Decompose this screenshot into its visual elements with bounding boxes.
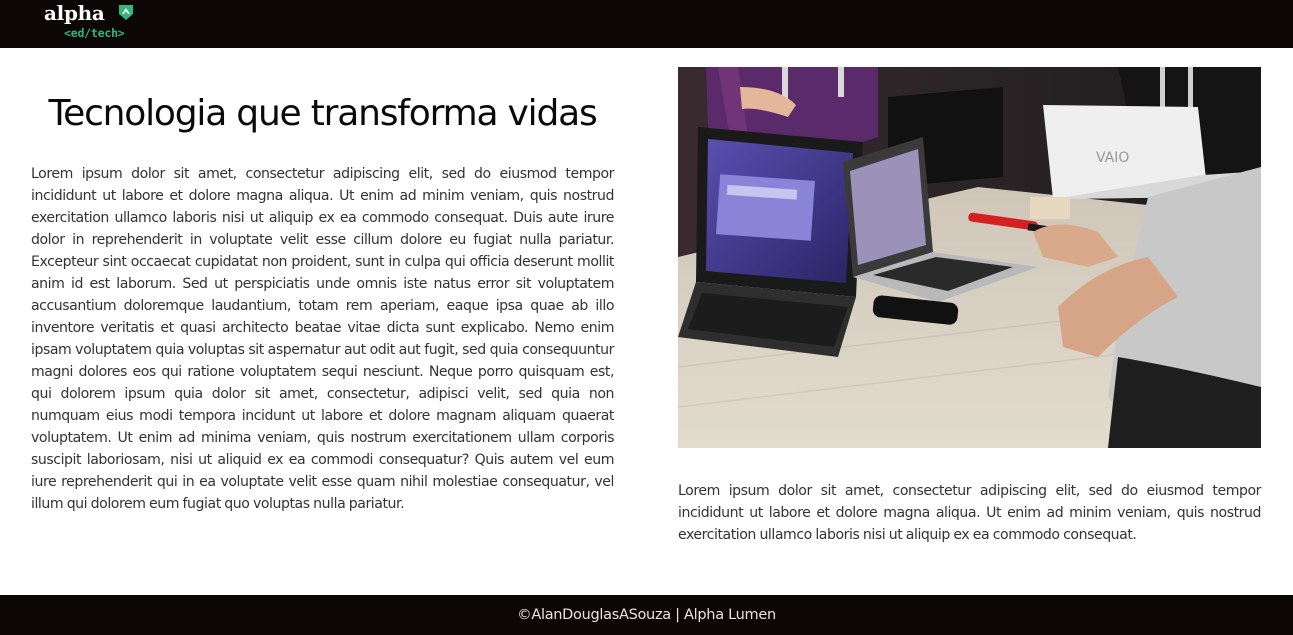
leaf-badge-icon <box>119 5 133 20</box>
vaio-logo-text: VAIO <box>1096 150 1129 166</box>
office-laptops-photo: VAIO <box>678 67 1261 448</box>
body-paragraph: Lorem ipsum dolor sit amet, consectetur … <box>31 166 614 512</box>
brand-logo[interactable]: alpha <ed/tech> <box>44 1 144 45</box>
logo-tagline: <ed/tech> <box>64 26 125 40</box>
photo-caption-paragraph: Lorem ipsum dolor sit amet, consectetur … <box>678 483 1261 543</box>
top-navbar: alpha <ed/tech> <box>0 0 1293 48</box>
page-footer: ©AlanDouglasASouza | Alpha Lumen <box>0 595 1293 635</box>
photo-illustration: VAIO <box>678 67 1261 448</box>
main-content: Tecnologia que transforma vidas Lorem ip… <box>31 90 614 515</box>
page-title: Tecnologia que transforma vidas <box>48 93 597 134</box>
footer-copyright: ©AlanDouglasASouza | Alpha Lumen <box>517 607 776 623</box>
logo-wordmark: alpha <box>44 1 105 25</box>
